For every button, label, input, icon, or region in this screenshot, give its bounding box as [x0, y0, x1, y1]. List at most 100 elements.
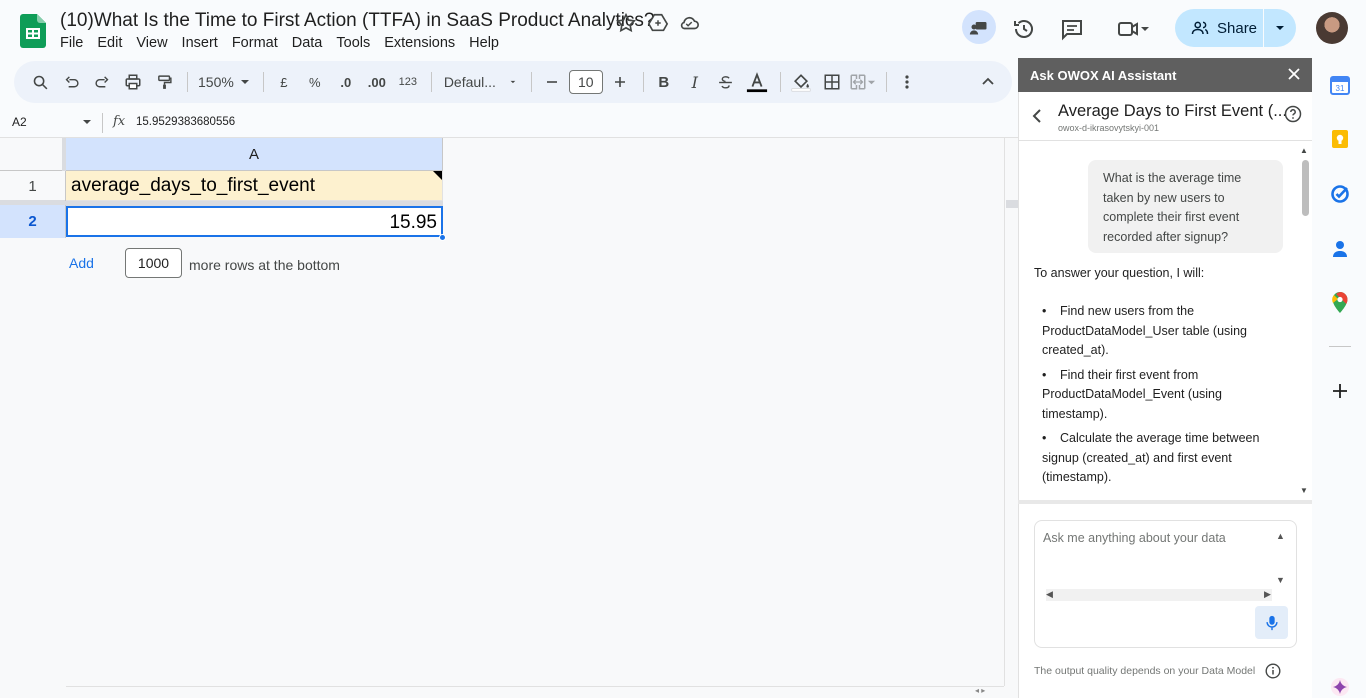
- present-button[interactable]: [962, 10, 996, 44]
- horizontal-scrollbar[interactable]: [66, 686, 1004, 698]
- keep-icon[interactable]: [1329, 128, 1351, 150]
- toolbar: 150% £ % .0 .00 123 Defaul... 10 B I: [14, 61, 1012, 103]
- row-header-1[interactable]: 1: [0, 171, 66, 201]
- share-options-button[interactable]: [1264, 9, 1296, 47]
- font-size-input[interactable]: 10: [568, 70, 603, 94]
- toolbar-divider: [530, 72, 532, 92]
- increase-font-size-button[interactable]: [606, 68, 634, 96]
- add-addon-icon[interactable]: [1329, 380, 1351, 402]
- undo-button[interactable]: [57, 68, 85, 96]
- scroll-down-arrow-icon[interactable]: ▼: [1300, 486, 1308, 495]
- menu-format[interactable]: Format: [225, 35, 285, 51]
- chat-project-id: owox-d-ikrasovytskyi-001: [1058, 123, 1160, 133]
- vertical-scrollbar[interactable]: [1004, 138, 1018, 686]
- scroll-right-arrow-icon[interactable]: ▶: [1264, 589, 1271, 600]
- select-all-corner[interactable]: [0, 138, 66, 171]
- collapse-menus-button[interactable]: [974, 68, 1002, 96]
- scroll-left-arrow-icon[interactable]: ◀: [1046, 589, 1053, 600]
- rail-divider: [1329, 346, 1351, 347]
- side-rail: [1312, 58, 1366, 698]
- print-button[interactable]: [119, 68, 147, 96]
- fill-handle[interactable]: [439, 234, 446, 241]
- borders-icon: [824, 74, 840, 90]
- share-button[interactable]: Share: [1175, 9, 1263, 47]
- increase-decimal-button[interactable]: .00: [363, 68, 391, 96]
- close-icon[interactable]: [1286, 66, 1302, 82]
- star-icon[interactable]: [615, 12, 637, 34]
- avatar[interactable]: [1316, 12, 1348, 44]
- step-text: Find new users from the ProductDataModel…: [1042, 304, 1247, 357]
- cloud-saved-icon[interactable]: [678, 12, 700, 34]
- more-options-button[interactable]: [893, 68, 921, 96]
- horizontal-scroll-arrows[interactable]: ◂ ▸: [975, 686, 985, 695]
- caret-down-icon[interactable]: [82, 117, 92, 127]
- chat-input-placeholder[interactable]: Ask me anything about your data: [1043, 531, 1226, 545]
- decrease-decimal-button[interactable]: .0: [332, 68, 360, 96]
- add-rows-count-input[interactable]: 1000: [125, 248, 182, 278]
- menu-help[interactable]: Help: [462, 35, 506, 51]
- microphone-button[interactable]: [1255, 606, 1288, 639]
- chat-title: Average Days to First Event (...: [1058, 102, 1287, 120]
- search-menus-button[interactable]: [26, 68, 54, 96]
- zoom-select[interactable]: 150%: [194, 68, 254, 96]
- decrease-font-size-button[interactable]: [538, 68, 566, 96]
- format-percent-button[interactable]: %: [301, 68, 329, 96]
- document-title[interactable]: (10)What Is the Time to First Action (TT…: [60, 10, 655, 32]
- menu-tools[interactable]: Tools: [329, 35, 377, 51]
- toolbar-divider: [642, 72, 644, 92]
- scroll-up-arrow-icon[interactable]: ▲: [1300, 146, 1308, 155]
- merge-cells-button[interactable]: [849, 68, 877, 96]
- menu-edit[interactable]: Edit: [90, 35, 129, 51]
- row-header-2[interactable]: 2: [0, 205, 66, 238]
- format-currency-button[interactable]: £: [270, 68, 298, 96]
- paint-format-button[interactable]: [150, 68, 178, 96]
- menu-view[interactable]: View: [129, 35, 174, 51]
- cell-a2[interactable]: 15.95: [66, 206, 443, 237]
- version-history-button[interactable]: [1009, 14, 1039, 44]
- add-rows-suffix: more rows at the bottom: [189, 257, 340, 273]
- caret-down-icon: [1276, 26, 1284, 30]
- svg-text:31: 31: [1336, 84, 1345, 93]
- more-formats-button[interactable]: 123: [394, 68, 422, 96]
- list-item: • Calculate the average time between sign…: [1042, 431, 1260, 484]
- share-button-group: Share: [1175, 9, 1296, 47]
- gemini-icon[interactable]: [1329, 676, 1351, 698]
- back-arrow-icon[interactable]: [1031, 108, 1045, 124]
- tasks-icon[interactable]: [1329, 183, 1351, 205]
- vertical-scroll-thumb[interactable]: [1006, 200, 1018, 208]
- scroll-up-arrow-icon[interactable]: ▲: [1276, 531, 1285, 541]
- font-select[interactable]: Defaul...: [438, 68, 522, 96]
- italic-button[interactable]: I: [681, 68, 709, 96]
- menu-data[interactable]: Data: [285, 35, 330, 51]
- fill-color-button[interactable]: [787, 68, 815, 96]
- assistant-intro: To answer your question, I will:: [1034, 266, 1205, 280]
- merge-cells-icon: [850, 74, 866, 90]
- menu-bar: File Edit View Insert Format Data Tools …: [60, 35, 506, 51]
- calendar-icon[interactable]: 31: [1329, 74, 1351, 96]
- menu-insert[interactable]: Insert: [175, 35, 225, 51]
- cell-a1[interactable]: average_days_to_first_event: [66, 171, 443, 201]
- menu-extensions[interactable]: Extensions: [377, 35, 462, 51]
- chat-scroll-thumb[interactable]: [1302, 160, 1309, 216]
- info-icon[interactable]: [1265, 663, 1281, 679]
- scroll-down-arrow-icon[interactable]: ▼: [1276, 575, 1285, 585]
- column-header-a[interactable]: A: [66, 138, 443, 171]
- name-box[interactable]: A2: [12, 115, 27, 129]
- sheets-logo-icon[interactable]: [20, 14, 46, 48]
- contacts-icon[interactable]: [1329, 238, 1351, 260]
- menu-file[interactable]: File: [60, 35, 90, 51]
- bold-button[interactable]: B: [650, 68, 678, 96]
- borders-button[interactable]: [818, 68, 846, 96]
- formula-input[interactable]: 15.9529383680556: [136, 116, 235, 128]
- strikethrough-button[interactable]: [712, 68, 740, 96]
- help-icon[interactable]: [1284, 105, 1302, 123]
- text-color-button[interactable]: [743, 68, 771, 96]
- input-horizontal-scrollbar[interactable]: [1046, 589, 1272, 601]
- redo-button[interactable]: [88, 68, 116, 96]
- comments-button[interactable]: [1057, 14, 1087, 44]
- move-to-drive-icon[interactable]: [647, 12, 669, 34]
- decrease-decimal-label: .0: [340, 74, 352, 90]
- meet-button[interactable]: [1110, 14, 1156, 44]
- add-rows-button[interactable]: Add: [69, 255, 94, 271]
- maps-icon[interactable]: [1329, 292, 1351, 314]
